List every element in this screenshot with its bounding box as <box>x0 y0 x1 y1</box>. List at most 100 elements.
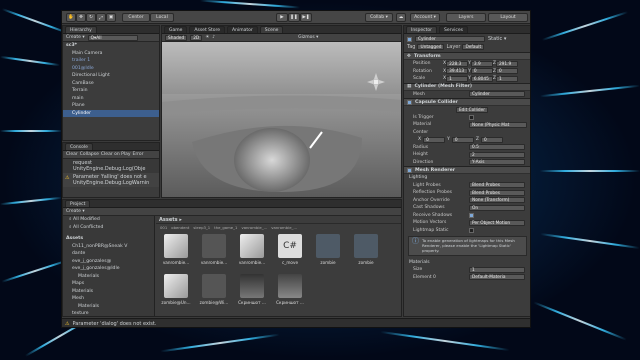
layers-dropdown[interactable]: Layers <box>446 13 486 22</box>
console-error-button[interactable]: Error <box>133 152 144 157</box>
lighting-foldout[interactable]: Lighting <box>404 174 530 182</box>
scale-y-field[interactable]: 6.8045 <box>470 75 493 82</box>
tab-services[interactable]: Services <box>439 26 468 33</box>
hierarchy-search-input[interactable]: Q▾All <box>87 34 138 41</box>
element0-field[interactable]: Default-Materia <box>469 274 525 281</box>
is-trigger-checkbox[interactable] <box>469 114 474 120</box>
position-y-field[interactable]: 3.9 <box>470 60 493 67</box>
scene-viewport[interactable] <box>162 42 402 198</box>
materials-foldout[interactable]: Materials <box>404 258 530 266</box>
tab-animator[interactable]: Animator <box>227 26 258 33</box>
hierarchy-item[interactable]: Plane <box>63 102 159 110</box>
layer-dropdown[interactable]: Default <box>462 44 485 50</box>
collider-enabled-checkbox[interactable] <box>407 99 412 105</box>
asset-item[interactable]: zombie@Un... <box>158 274 194 310</box>
renderer-enabled-checkbox[interactable] <box>407 167 412 173</box>
rect-tool-button[interactable]: ▣ <box>106 13 116 22</box>
asset-item[interactable]: Скриншот ... <box>272 274 308 310</box>
step-button[interactable]: ▶❚ <box>300 13 312 22</box>
hierarchy-item-selected[interactable]: Cylinder <box>63 109 159 117</box>
mesh-renderer-header[interactable]: Mesh Renderer <box>404 166 530 174</box>
2d-toggle[interactable]: 2D <box>190 34 203 41</box>
hierarchy-item[interactable]: 001@Idle <box>63 65 159 73</box>
tab-scene[interactable]: Scene <box>259 26 284 33</box>
account-button[interactable]: Account ▾ <box>410 13 440 22</box>
rotation-z-field[interactable]: 0 <box>495 68 518 75</box>
console-clear-on-play-button[interactable]: Clear on Play <box>101 152 131 157</box>
hierarchy-create-button[interactable]: Create ▾ <box>66 35 85 40</box>
tab-console[interactable]: Console <box>65 143 93 150</box>
console-message[interactable]: request UnityEngine.Debug:Log(Obje <box>63 159 159 173</box>
cast-shadows-dropdown[interactable]: On <box>469 204 525 211</box>
direction-dropdown[interactable]: Y-Axis <box>469 159 525 166</box>
favorite-item[interactable]: ⌕ All Modified <box>63 216 154 224</box>
scale-x-field[interactable]: 1 <box>446 75 469 82</box>
radius-field[interactable]: 0.5 <box>469 144 525 151</box>
active-checkbox[interactable] <box>407 36 412 42</box>
hand-tool-button[interactable]: ✋ <box>66 13 76 22</box>
transform-component-header[interactable]: ✥ Transform <box>404 52 530 60</box>
tag-dropdown[interactable]: Untagged <box>417 44 445 50</box>
lighting-toggle-icon[interactable]: ☀ <box>205 35 209 40</box>
layout-dropdown[interactable]: Layout <box>488 13 528 22</box>
favorite-item[interactable]: ⌕ All Conflicted <box>63 224 154 232</box>
rotate-tool-button[interactable]: ↻ <box>86 13 96 22</box>
position-x-field[interactable]: 228.3 <box>446 60 469 67</box>
lightmap-static-checkbox[interactable] <box>469 227 474 233</box>
asset-item[interactable]: vanrombie... <box>234 234 270 270</box>
play-button[interactable]: ▶ <box>276 13 288 22</box>
console-collapse-button[interactable]: Collapse <box>80 152 99 157</box>
tree-item[interactable]: Materials <box>63 303 154 311</box>
size-field[interactable]: 1 <box>469 266 525 273</box>
hierarchy-item[interactable]: Directional Light <box>63 72 159 80</box>
center-z-field[interactable]: 0 <box>480 136 503 143</box>
asset-item[interactable]: Скриншот ... <box>234 274 270 310</box>
tab-inspector[interactable]: Inspector <box>406 26 437 33</box>
gizmos-dropdown[interactable]: Gizmos ▾ <box>298 35 318 40</box>
pause-button[interactable]: ❚❚ <box>288 13 300 22</box>
tree-item[interactable]: eve_j_gonzales@ <box>63 258 154 266</box>
asset-item[interactable]: vanrombie... <box>158 234 194 270</box>
tree-item[interactable]: Mesh <box>63 295 154 303</box>
tab-game[interactable]: Game <box>164 26 188 33</box>
pivot-center-button[interactable]: Center <box>122 13 150 22</box>
tree-item[interactable]: dante <box>63 250 154 258</box>
hierarchy-item[interactable]: trailer 1 <box>63 57 159 65</box>
console-message[interactable]: ⚠ Parameter 'falling' does not e UnityEn… <box>63 173 159 187</box>
reflection-probes-dropdown[interactable]: Blend Probes <box>469 189 525 196</box>
scene-root-item[interactable]: sc3* <box>63 42 159 50</box>
tree-item[interactable]: Maps <box>63 280 154 288</box>
object-name-field[interactable]: Cylinder <box>415 36 485 42</box>
tree-item[interactable]: Materials <box>63 288 154 296</box>
asset-item[interactable]: C# c_move <box>272 234 308 270</box>
collab-button[interactable]: Collab ▾ <box>365 13 393 22</box>
cloud-icon[interactable]: ☁ <box>396 13 406 22</box>
asset-item[interactable]: zombie <box>310 234 346 270</box>
project-create-button[interactable]: Create ▾ <box>66 209 85 214</box>
rotation-y-field[interactable]: 0 <box>470 68 493 75</box>
capsule-collider-header[interactable]: Capsule Collider <box>404 98 530 106</box>
pivot-local-button[interactable]: Local <box>150 13 174 22</box>
hierarchy-item[interactable]: CamBase <box>63 80 159 88</box>
move-tool-button[interactable]: ✥ <box>76 13 86 22</box>
shading-mode-dropdown[interactable]: Shaded <box>165 34 188 41</box>
hierarchy-item[interactable]: main <box>63 95 159 103</box>
rotation-x-field[interactable]: 39.413 <box>446 68 469 75</box>
cylinder-object[interactable] <box>234 128 310 192</box>
asset-item[interactable]: vanrombie... <box>196 234 232 270</box>
status-bar[interactable]: ⚠ Parameter 'dialog' does not exist. <box>62 318 530 327</box>
hierarchy-item[interactable]: Terrain <box>63 87 159 95</box>
receive-shadows-checkbox[interactable] <box>469 212 474 218</box>
mesh-field[interactable]: Cylinder <box>469 91 525 98</box>
tab-project[interactable]: Project <box>65 200 91 207</box>
tree-item[interactable]: Materials <box>63 273 154 281</box>
anchor-override-field[interactable]: None (Transform) <box>469 197 525 204</box>
tree-item[interactable]: eve_j_gonzales@Idle <box>63 265 154 273</box>
position-z-field[interactable]: 291.9 <box>495 60 518 67</box>
asset-item[interactable]: zombie <box>348 234 384 270</box>
center-x-field[interactable]: 0 <box>423 136 446 143</box>
tree-item-assets[interactable]: Assets <box>63 235 154 243</box>
tab-hierarchy[interactable]: Hierarchy <box>65 26 97 33</box>
scale-tool-button[interactable]: ⤢ <box>96 13 106 22</box>
tree-item[interactable]: texture <box>63 310 154 316</box>
